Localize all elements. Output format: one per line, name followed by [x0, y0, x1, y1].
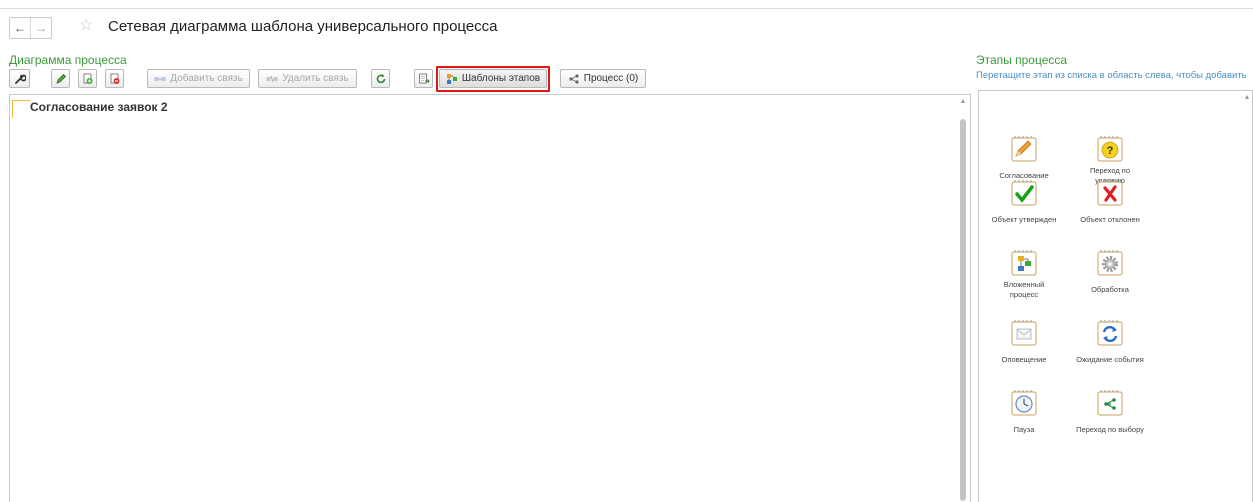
- forward-arrow-icon: →: [35, 21, 47, 35]
- stage-item-pause[interactable]: Пауза: [989, 389, 1059, 441]
- stage-label: Вложенный процесс: [1003, 280, 1045, 299]
- edit-button[interactable]: [51, 69, 70, 88]
- templates-highlight-frame: [436, 66, 550, 92]
- checkmark-icon: [1010, 179, 1038, 207]
- stage-label: Ожидание события: [1076, 355, 1144, 364]
- refresh-button[interactable]: [371, 69, 390, 88]
- diagram-scrollbar[interactable]: ▲: [958, 97, 968, 501]
- stage-label: Переход по выбору: [1076, 425, 1144, 434]
- refresh-icon: [1096, 319, 1124, 347]
- pencil-icon: [1010, 135, 1038, 163]
- stage-label: Пауза: [1013, 425, 1035, 434]
- stage-item-nested-process[interactable]: Вложенный процесс: [989, 249, 1059, 301]
- stage-item-event-wait[interactable]: Ожидание события: [1075, 319, 1145, 371]
- palette-scroll-up-icon[interactable]: ▲: [1242, 93, 1252, 103]
- scroll-up-icon[interactable]: ▲: [958, 97, 968, 107]
- back-button[interactable]: ←: [10, 18, 30, 38]
- document-delete-icon: [110, 73, 119, 84]
- stage-label: Оповещение: [1001, 355, 1047, 364]
- gear-icon: [1096, 249, 1124, 277]
- link-add-icon: [154, 76, 166, 81]
- envelope-icon: [1010, 319, 1038, 347]
- stages-hint: Перетащите этап из списка в область слев…: [976, 70, 1247, 81]
- diagram-section-label: Диаграмма процесса: [9, 53, 127, 67]
- back-arrow-icon: ←: [14, 21, 26, 35]
- stage-item-choice-transition[interactable]: Переход по выбору: [1075, 389, 1145, 441]
- stages-section-label: Этапы процесса: [976, 53, 1068, 67]
- diagram-canvas[interactable]: Согласование заявок 2 ▲: [9, 94, 971, 502]
- stage-item-notification[interactable]: Оповещение: [989, 319, 1059, 371]
- scroll-thumb[interactable]: [960, 119, 966, 501]
- nested-process-icon: [1010, 249, 1038, 277]
- remove-link-button[interactable]: Удалить связь: [258, 69, 357, 88]
- favorite-star-icon[interactable]: ☆: [79, 16, 93, 36]
- branch-icon: [1096, 389, 1124, 417]
- process-button[interactable]: Процесс (0): [560, 69, 646, 88]
- add-link-button[interactable]: Добавить связь: [147, 69, 250, 88]
- export-document-icon: [418, 73, 430, 83]
- stages-palette: ▲ Согласование ? Переход по условию Объе…: [978, 90, 1253, 502]
- link-remove-icon: [266, 75, 278, 82]
- palette-scrollbar[interactable]: ▲: [1242, 91, 1252, 502]
- document-add-icon: [83, 73, 92, 84]
- delete-stage-button[interactable]: [105, 69, 124, 88]
- stage-label: Объект отклонен: [1080, 215, 1140, 224]
- cross-icon: [1096, 179, 1124, 207]
- svg-text:?: ?: [1107, 145, 1114, 157]
- question-icon: ?: [1096, 135, 1124, 163]
- page-title: Сетевая диаграмма шаблона универсального…: [108, 18, 498, 35]
- navigation-buttons: ← →: [9, 17, 52, 39]
- process-name: Согласование заявок 2: [30, 100, 168, 114]
- stage-item-processing[interactable]: Обработка: [1075, 249, 1145, 301]
- process-marker: [12, 100, 30, 118]
- top-border: [0, 8, 1253, 9]
- add-link-label: Добавить связь: [170, 73, 243, 84]
- remove-link-label: Удалить связь: [282, 73, 349, 84]
- export-button[interactable]: [414, 69, 433, 88]
- wrench-icon: [14, 74, 26, 84]
- refresh-icon: [376, 73, 385, 83]
- stage-label: Обработка: [1091, 285, 1129, 294]
- add-stage-button[interactable]: [78, 69, 97, 88]
- pencil-icon: [55, 73, 66, 84]
- stage-item-rejected[interactable]: Объект отклонен: [1075, 179, 1145, 231]
- process-label: Процесс (0): [583, 73, 639, 84]
- stage-item-approved[interactable]: Объект утвержден: [989, 179, 1059, 231]
- stage-label: Объект утвержден: [991, 215, 1057, 224]
- process-icon: [569, 73, 579, 84]
- clock-icon: [1010, 389, 1038, 417]
- settings-button[interactable]: [9, 69, 30, 88]
- forward-button[interactable]: →: [30, 18, 51, 38]
